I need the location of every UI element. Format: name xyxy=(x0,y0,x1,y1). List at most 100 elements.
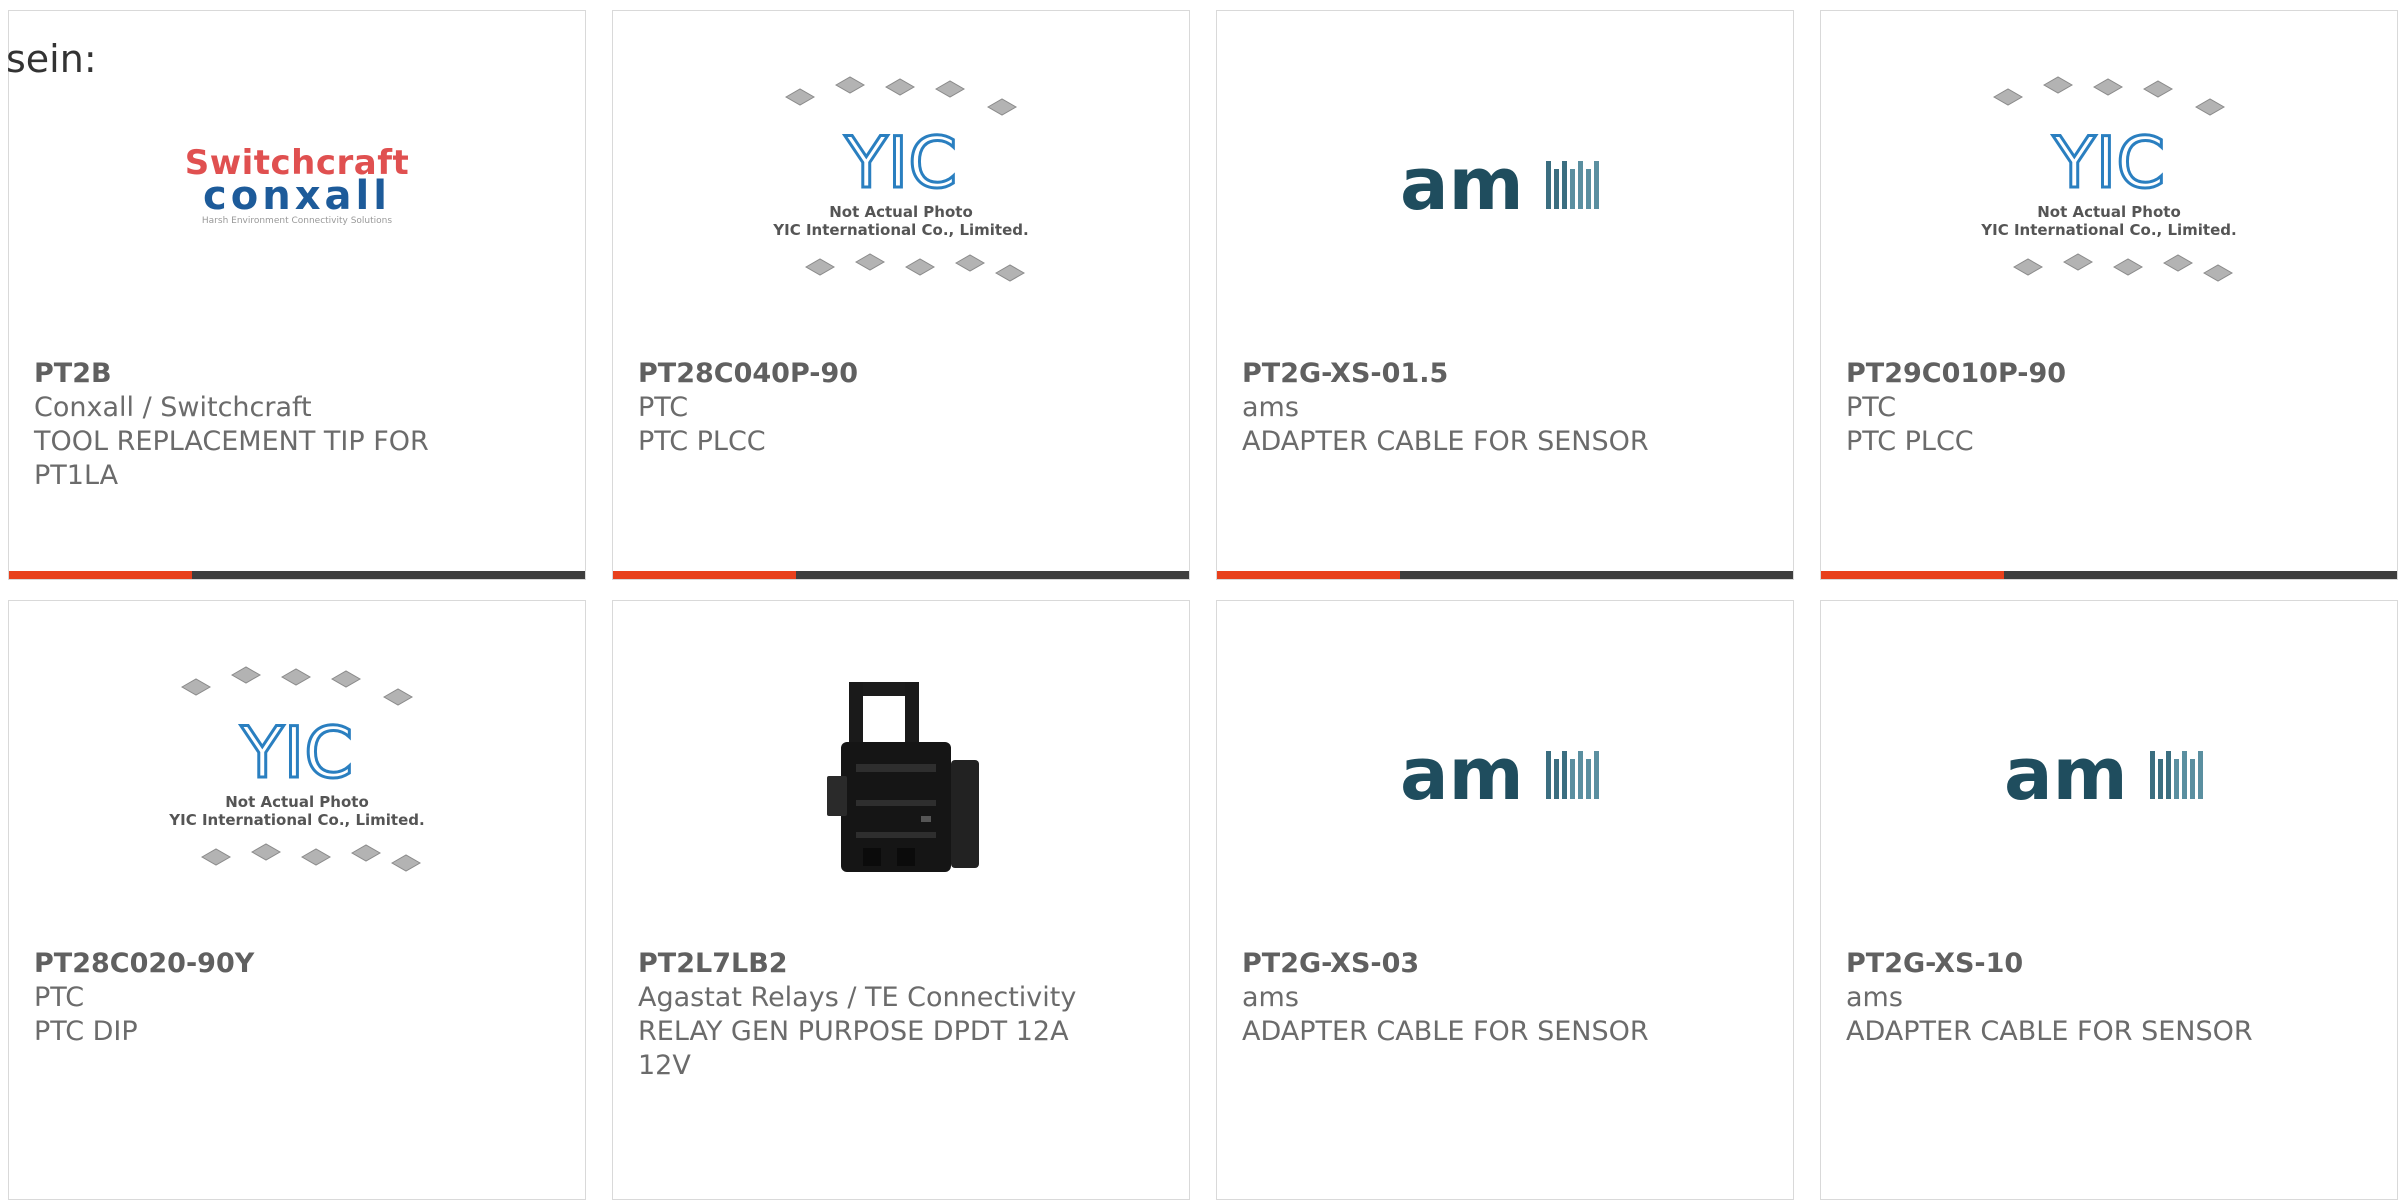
card-bar-accent xyxy=(1821,571,2004,579)
chip-graphic xyxy=(804,258,836,276)
description: PTC PLCC xyxy=(638,426,766,457)
chip-graphic xyxy=(784,88,816,106)
ams-stripe xyxy=(1570,759,1575,799)
chip-graphic xyxy=(2194,98,2226,116)
yic-mark: YIC xyxy=(240,712,353,794)
product-image[interactable]: YIC Not Actual Photo YIC International Co.… xyxy=(9,607,585,947)
ams-stripe xyxy=(1578,751,1583,799)
chip-graphic xyxy=(904,258,936,276)
part-number-link[interactable]: PT2G-XS-10 xyxy=(1846,947,2372,981)
yic-caption-1: Not Actual Photo xyxy=(2037,203,2181,221)
ams-stripe xyxy=(2198,751,2203,799)
chip-graphic xyxy=(834,76,866,94)
description: TOOL REPLACEMENT TIP FOR PT1LA xyxy=(34,426,429,491)
chip-graphic xyxy=(994,264,1026,282)
chip-graphic xyxy=(2142,80,2174,98)
manufacturer: PTC xyxy=(638,392,689,423)
ams-wordmark: am xyxy=(1400,147,1524,226)
chip-graphic xyxy=(934,80,966,98)
ams-stripe xyxy=(2182,751,2187,799)
ams-stripe xyxy=(2158,759,2163,799)
part-number-link[interactable]: PT29C010P-90 xyxy=(1846,357,2372,391)
yic-caption-1: Not Actual Photo xyxy=(829,203,973,221)
part-number-link[interactable]: PT28C040P-90 xyxy=(638,357,1164,391)
description: RELAY GEN PURPOSE DPDT 12A 12V xyxy=(638,1016,1069,1081)
product-image[interactable]: am xyxy=(1217,607,1793,947)
chip-graphic xyxy=(200,848,232,866)
yic-placeholder-image: YICNot Actual PhotoYIC International Co.… xyxy=(772,76,1029,282)
chip-graphic xyxy=(2012,258,2044,276)
manufacturer: Conxall / Switchcraft xyxy=(34,392,312,423)
ams-stripe xyxy=(1594,161,1599,209)
yic-placeholder-image: YICNot Actual PhotoYIC International Co.… xyxy=(168,666,425,872)
ams-stripe xyxy=(1594,751,1599,799)
part-number-link[interactable]: PT2G-XS-01.5 xyxy=(1242,357,1768,391)
yic-caption-2: YIC International Co., Limited. xyxy=(1980,221,2236,239)
chip-graphic xyxy=(330,670,362,688)
card-bar xyxy=(1217,571,1793,579)
product-image[interactable]: am xyxy=(1821,607,2397,947)
section-heading: sein: xyxy=(6,37,97,81)
yic-mark: YIC xyxy=(2052,122,2165,204)
product-card[interactable]: Switchcraft conxall Harsh Environment Co… xyxy=(8,10,586,580)
ams-stripe xyxy=(1586,759,1591,799)
chip-graphic xyxy=(280,668,312,686)
product-card[interactable]: am PT2G-XS-10 ams ADAPTER CABLE FOR SENS… xyxy=(1820,600,2398,1200)
chip-graphic xyxy=(250,843,282,861)
chip-graphic xyxy=(854,253,886,271)
ams-stripe xyxy=(2150,751,2155,799)
description: ADAPTER CABLE FOR SENSOR xyxy=(1242,426,1649,457)
description: ADAPTER CABLE FOR SENSOR xyxy=(1242,1016,1649,1047)
yic-caption-2: YIC International Co., Limited. xyxy=(168,811,424,829)
product-image[interactable]: YIC Not Actual Photo YIC International Co.… xyxy=(613,17,1189,357)
relay-socket-photo xyxy=(801,672,1001,882)
part-number-link[interactable]: PT2L7LB2 xyxy=(638,947,1164,981)
card-bar-accent xyxy=(9,571,192,579)
part-number-link[interactable]: PT2B xyxy=(34,357,560,391)
chip-graphic xyxy=(1992,88,2024,106)
ams-logo: am xyxy=(1400,147,1599,226)
chip-graphic xyxy=(884,78,916,96)
product-card[interactable]: YIC Not Actual Photo YIC International Co.… xyxy=(612,10,1190,580)
manufacturer: Agastat Relays / TE Connectivity xyxy=(638,982,1077,1013)
chip-graphic xyxy=(2162,254,2194,272)
ams-stripe xyxy=(1586,169,1591,209)
chip-graphic xyxy=(2092,78,2124,96)
chip-graphic xyxy=(2062,253,2094,271)
yic-placeholder-image: YICNot Actual PhotoYIC International Co.… xyxy=(1980,76,2237,282)
card-bar-accent xyxy=(1217,571,1400,579)
ams-stripe xyxy=(1578,161,1583,209)
ams-wordmark: am xyxy=(2004,737,2128,816)
chip-graphic xyxy=(230,666,262,684)
ams-stripe xyxy=(1562,161,1567,209)
manufacturer: ams xyxy=(1846,982,1903,1013)
description: PTC PLCC xyxy=(1846,426,1974,457)
ams-stripe xyxy=(1570,169,1575,209)
chip-graphic xyxy=(350,844,382,862)
chip-graphic xyxy=(2112,258,2144,276)
product-card[interactable]: PT2L7LB2 Agastat Relays / TE Connectivit… xyxy=(612,600,1190,1200)
product-card[interactable]: am PT2G-XS-01.5 ams ADAPTER CABLE FOR SE… xyxy=(1216,10,1794,580)
description: ADAPTER CABLE FOR SENSOR xyxy=(1846,1016,2253,1047)
manufacturer: ams xyxy=(1242,392,1299,423)
chip-graphic xyxy=(986,98,1018,116)
ams-stripe xyxy=(1562,751,1567,799)
manufacturer: PTC xyxy=(34,982,85,1013)
ams-wordmark: am xyxy=(1400,737,1524,816)
product-image[interactable]: am xyxy=(1217,17,1793,357)
switchcraft-conxall-logo: Switchcraft conxall Harsh Environment Co… xyxy=(184,143,410,226)
product-card[interactable]: YIC Not Actual Photo YIC International Co.… xyxy=(1820,10,2398,580)
card-bar xyxy=(9,571,585,579)
yic-mark: YIC xyxy=(844,122,957,204)
part-number-link[interactable]: PT2G-XS-03 xyxy=(1242,947,1768,981)
yic-caption-2: YIC International Co., Limited. xyxy=(772,221,1028,239)
ams-logo: am xyxy=(1400,737,1599,816)
part-number-link[interactable]: PT28C020-90Y xyxy=(34,947,560,981)
product-image[interactable]: YIC Not Actual Photo YIC International Co.… xyxy=(1821,17,2397,357)
chip-graphic xyxy=(382,688,414,706)
chip-graphic xyxy=(954,254,986,272)
product-card[interactable]: am PT2G-XS-03 ams ADAPTER CABLE FOR SENS… xyxy=(1216,600,1794,1200)
product-image[interactable] xyxy=(613,607,1189,947)
product-card[interactable]: YIC Not Actual Photo YIC International Co.… xyxy=(8,600,586,1200)
ams-stripe xyxy=(1554,169,1559,209)
